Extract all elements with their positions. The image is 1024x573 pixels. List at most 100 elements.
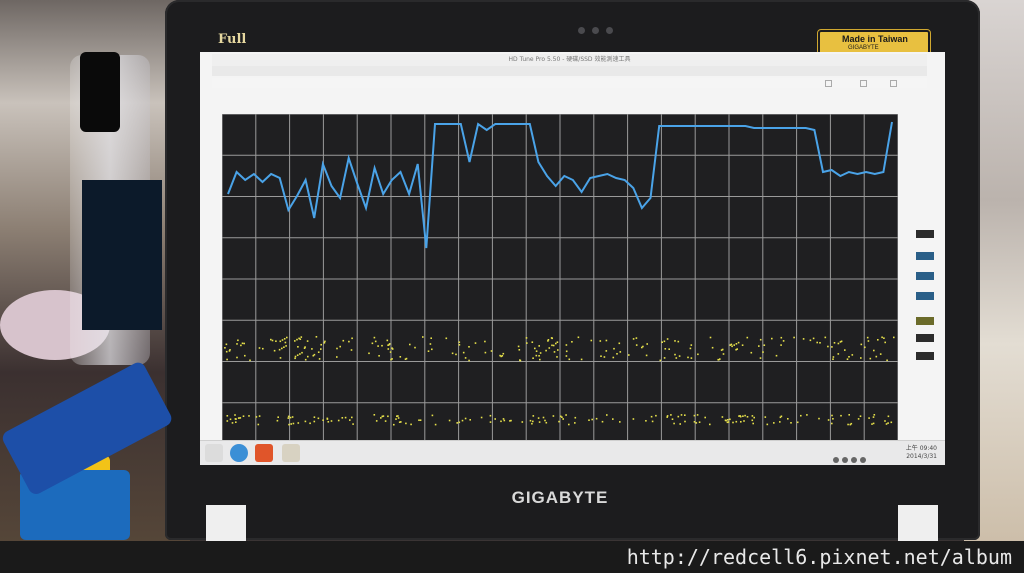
scatter-point <box>848 414 850 416</box>
scatter-point <box>603 356 606 358</box>
scatter-point <box>434 423 437 426</box>
scatter-point <box>374 340 377 343</box>
tray-icon[interactable] <box>833 457 839 463</box>
scatter-point <box>666 415 669 417</box>
system-tray[interactable] <box>833 448 893 463</box>
scatter-point <box>336 347 338 350</box>
scatter-point <box>746 416 749 418</box>
scatter-point <box>893 336 895 339</box>
internet-explorer-icon[interactable] <box>230 444 248 462</box>
scatter-point <box>613 347 615 350</box>
scatter-point <box>729 418 731 421</box>
scatter-point <box>827 345 829 348</box>
scatter-point <box>382 415 385 417</box>
scatter-point <box>286 336 288 339</box>
scatter-point <box>591 418 593 421</box>
tray-icon[interactable] <box>860 457 866 463</box>
scatter-point <box>393 423 395 426</box>
scatter-point <box>719 358 721 360</box>
scatter-point <box>606 414 608 416</box>
scatter-point <box>673 422 675 425</box>
scatter-point <box>618 342 621 345</box>
scatter-point <box>388 343 391 345</box>
scatter-point <box>336 356 338 358</box>
scatter-point <box>484 351 487 354</box>
scatter-point <box>881 336 883 339</box>
scatter-point <box>595 417 598 420</box>
made-in-taiwan-label: Made in Taiwan <box>842 34 908 44</box>
legend-swatch <box>916 230 934 238</box>
scatter-point <box>709 336 712 339</box>
scatter-point <box>771 337 773 340</box>
scatter-point <box>698 421 701 423</box>
tray-icon[interactable] <box>842 457 848 463</box>
window-title: HD Tune Pro 5.50 - 硬碟/SSD 效能測速工具 <box>508 56 631 63</box>
bookmarks-bar[interactable] <box>212 78 927 88</box>
scatter-point <box>317 417 320 420</box>
scatter-point <box>226 420 229 422</box>
scatter-point <box>743 420 745 422</box>
maximize-icon[interactable] <box>860 80 867 87</box>
scatter-point <box>235 421 237 423</box>
scatter-point <box>351 416 353 419</box>
scatter-point <box>831 414 833 417</box>
scatter-point <box>693 414 696 417</box>
scatter-point <box>619 351 622 353</box>
scatter-point <box>867 340 870 342</box>
scatter-point <box>780 336 783 339</box>
scatter-point <box>831 422 833 425</box>
scatter-point <box>324 340 326 343</box>
scatter-point <box>271 339 274 342</box>
scatter-point <box>326 417 329 420</box>
box-label <box>82 180 162 330</box>
scatter-point <box>741 344 744 346</box>
minimize-icon[interactable] <box>825 80 832 87</box>
scatter-point <box>721 348 724 351</box>
scatter-point <box>677 415 680 418</box>
scatter-point <box>668 348 670 350</box>
browser-icon[interactable] <box>255 444 273 462</box>
scatter-point <box>641 346 643 349</box>
scatter-point <box>751 419 754 422</box>
scatter-point <box>868 417 870 419</box>
scatter-point <box>709 423 711 426</box>
scatter-point <box>782 340 785 342</box>
scatter-point <box>561 416 563 418</box>
scatter-point <box>532 415 535 417</box>
scatter-point <box>306 340 309 342</box>
scatter-point <box>538 355 540 357</box>
app-icon[interactable] <box>282 444 300 462</box>
scatter-point <box>779 416 782 419</box>
scatter-point <box>746 336 749 339</box>
scatter-point <box>484 340 486 343</box>
tab-bar[interactable] <box>212 66 927 76</box>
scatter-point <box>588 419 590 421</box>
scatter-point <box>468 359 470 362</box>
scatter-point <box>695 422 698 424</box>
close-icon[interactable] <box>890 80 897 87</box>
scatter-point <box>721 416 724 418</box>
gigabyte-logo: GIGABYTE <box>511 488 609 507</box>
scatter-point <box>558 420 560 423</box>
tray-icon[interactable] <box>851 457 857 463</box>
legend-swatch <box>916 334 934 342</box>
scatter-point <box>373 336 376 339</box>
windows-start-icon[interactable] <box>205 444 223 462</box>
scatter-point <box>431 348 433 351</box>
scatter-point <box>427 350 430 352</box>
scatter-point <box>680 414 683 416</box>
scatter-point <box>580 358 583 361</box>
scatter-point <box>277 416 279 418</box>
scatter-point <box>574 422 576 424</box>
taskbar-clock[interactable]: 上午 09:40 2014/3/31 <box>906 445 937 461</box>
scatter-point <box>320 343 322 346</box>
scatter-point <box>281 339 284 341</box>
scatter-point <box>534 347 536 350</box>
scatter-point <box>489 414 492 417</box>
scatter-point <box>344 416 347 419</box>
scatter-point <box>377 345 379 347</box>
scatter-point <box>619 421 621 423</box>
scatter-point <box>301 351 303 354</box>
scatter-point <box>405 357 408 360</box>
scatter-point <box>399 356 402 358</box>
